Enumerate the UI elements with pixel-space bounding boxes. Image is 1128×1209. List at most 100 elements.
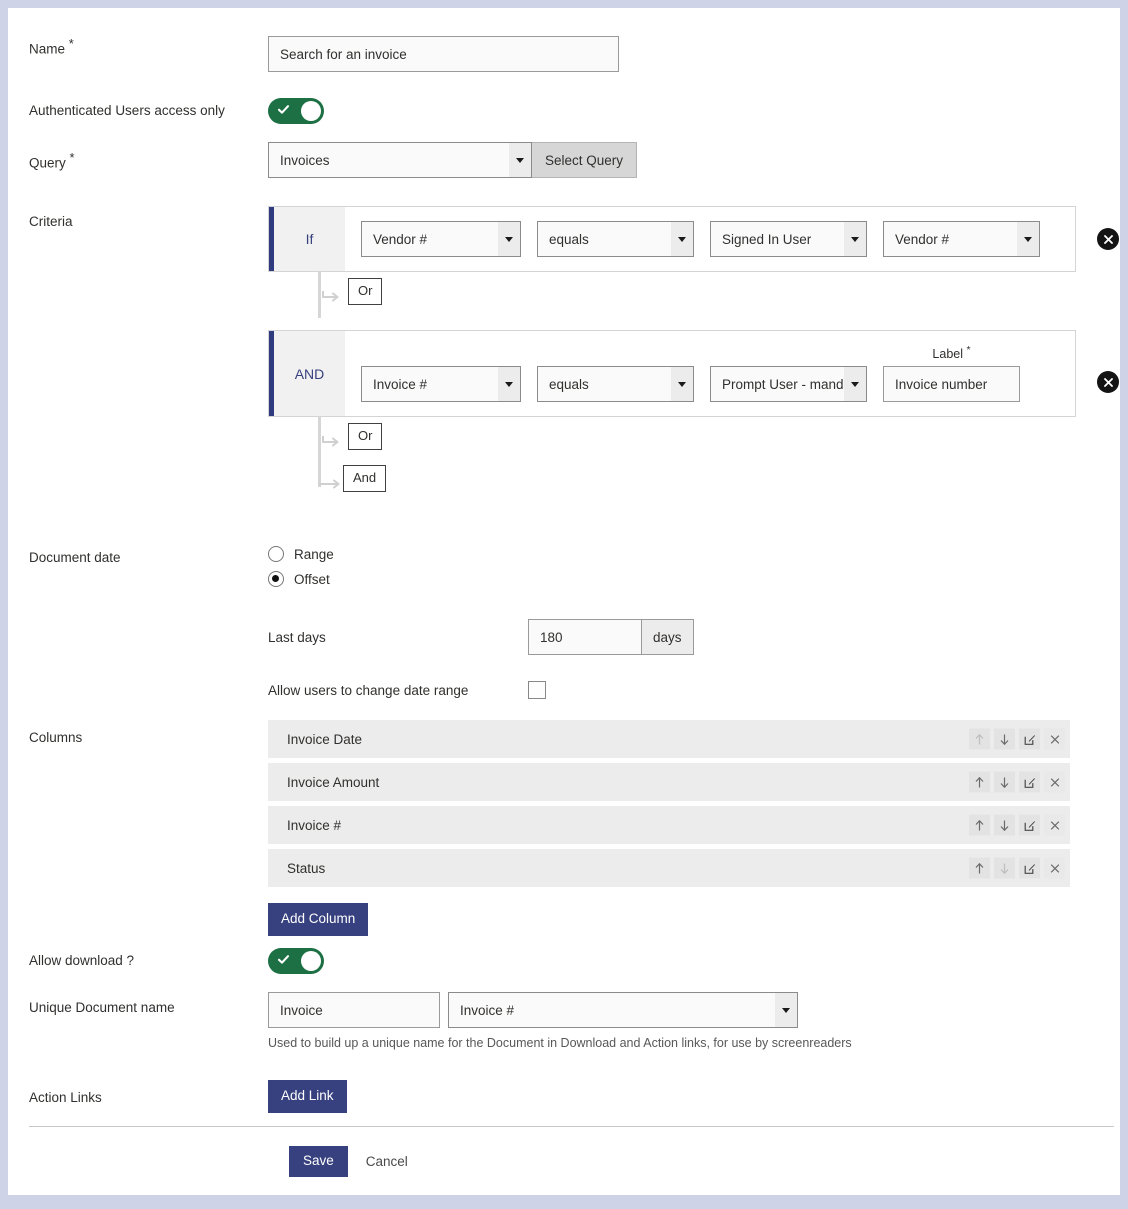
- document-date-option-range[interactable]: Range: [268, 546, 1120, 562]
- unique-document-field-select[interactable]: Invoice #: [448, 992, 798, 1028]
- select-query-button[interactable]: Select Query: [532, 142, 638, 178]
- criteria-field-select-0[interactable]: Vendor #: [361, 221, 521, 257]
- criteria-operator-value-1: equals: [549, 376, 589, 392]
- edit-pencil-icon[interactable]: [1019, 728, 1040, 750]
- add-column-button[interactable]: Add Column: [268, 903, 369, 936]
- criteria-delete-button-0[interactable]: [1097, 228, 1119, 250]
- last-days-unit: days: [641, 619, 694, 655]
- radio-offset[interactable]: [268, 571, 284, 587]
- criteria-connector-and-button[interactable]: And: [343, 465, 387, 493]
- table-row[interactable]: Invoice #: [268, 806, 1070, 844]
- save-button[interactable]: Save: [289, 1146, 348, 1177]
- document-date-option-offset[interactable]: Offset: [268, 571, 1120, 587]
- chevron-down-icon: [844, 367, 866, 402]
- arrow-elbow-icon: [321, 435, 343, 447]
- criteria-connector-2: And: [318, 462, 1078, 507]
- table-row[interactable]: Status: [268, 849, 1070, 887]
- criteria-connector-or-button-1[interactable]: Or: [348, 423, 383, 451]
- chevron-down-icon: [671, 367, 693, 402]
- query-label-text: Query: [29, 155, 66, 171]
- allow-date-change-checkbox[interactable]: [528, 681, 546, 699]
- arrow-down-icon[interactable]: [994, 728, 1015, 750]
- close-circle-icon: [1103, 377, 1113, 387]
- chevron-down-icon: [671, 222, 693, 256]
- arrow-down-icon[interactable]: [994, 771, 1015, 793]
- allow-date-change-row: Allow users to change date range: [268, 681, 1120, 699]
- document-date-label: Document date: [29, 550, 121, 565]
- field-row-query: Query * Invoices Select Query: [8, 142, 1120, 178]
- criteria-value-select-0[interactable]: Vendor #: [883, 221, 1040, 257]
- criteria-connector-or-button-0[interactable]: Or: [348, 278, 383, 306]
- criteria-source-select-0[interactable]: Signed In User: [710, 221, 867, 257]
- chevron-down-icon: [498, 367, 520, 402]
- name-label-text: Name: [29, 41, 66, 57]
- criteria-source-value-0: Signed In User: [722, 231, 812, 247]
- field-row-allow-download: Allow download ?: [8, 948, 1120, 979]
- close-x-icon[interactable]: [1044, 857, 1065, 879]
- columns-label: Columns: [29, 730, 83, 745]
- column-name: Invoice #: [287, 817, 342, 833]
- last-days-row: Last days 180 days: [268, 619, 1120, 655]
- criteria-section: Criteria If Vendor # equals Signed In Us…: [8, 206, 1120, 507]
- check-icon: [277, 953, 290, 966]
- toggle-knob: [301, 951, 321, 971]
- close-x-icon[interactable]: [1044, 814, 1065, 836]
- arrow-up-icon[interactable]: [969, 857, 990, 879]
- criteria-operator-select-0[interactable]: equals: [537, 221, 694, 257]
- field-row-authenticated-users: Authenticated Users access only: [8, 98, 1120, 129]
- arrow-down-icon[interactable]: [994, 857, 1015, 879]
- cancel-button[interactable]: Cancel: [366, 1154, 408, 1169]
- criteria-label-field-label-1: Label *: [883, 345, 1020, 361]
- table-row[interactable]: Invoice Amount: [268, 763, 1070, 801]
- query-label: Query *: [8, 142, 268, 172]
- criteria-source-select-1[interactable]: Prompt User - mandatory: [710, 366, 867, 403]
- criteria-delete-button-1[interactable]: [1097, 371, 1119, 393]
- arrow-right-icon: [318, 477, 340, 489]
- name-input[interactable]: Search for an invoice: [268, 36, 619, 72]
- chevron-down-icon: [498, 222, 520, 256]
- field-row-unique-document-name: Unique Document name Invoice Invoice # U…: [8, 992, 1120, 1050]
- check-icon: [277, 103, 290, 116]
- table-row[interactable]: Invoice Date: [268, 720, 1070, 758]
- authenticated-users-toggle[interactable]: [268, 98, 324, 124]
- radio-offset-label: Offset: [294, 571, 330, 587]
- column-name: Invoice Amount: [287, 774, 380, 790]
- edit-pencil-icon[interactable]: [1019, 771, 1040, 793]
- allow-download-toggle[interactable]: [268, 948, 324, 974]
- unique-document-field-value: Invoice #: [460, 1002, 515, 1018]
- chevron-down-icon: [775, 993, 797, 1027]
- column-actions: [969, 771, 1065, 793]
- allow-download-label: Allow download ?: [29, 953, 135, 968]
- name-required-marker: *: [68, 36, 74, 51]
- column-name: Invoice Date: [287, 731, 363, 747]
- last-days-input[interactable]: 180: [528, 619, 641, 655]
- criteria-operator-select-1[interactable]: equals: [537, 366, 694, 403]
- toggle-knob: [301, 101, 321, 121]
- criteria-connector-0: Or: [318, 271, 1078, 318]
- arrow-up-icon[interactable]: [969, 728, 990, 750]
- criteria-label-input-1[interactable]: Invoice number: [883, 366, 1020, 403]
- edit-pencil-icon[interactable]: [1019, 857, 1040, 879]
- column-actions: [969, 857, 1065, 879]
- criteria-connector-1: Or: [318, 416, 1078, 464]
- criteria-prefix-if: If: [269, 207, 345, 271]
- arrow-down-icon[interactable]: [994, 814, 1015, 836]
- unique-document-prefix-input[interactable]: Invoice: [268, 992, 440, 1028]
- close-x-icon[interactable]: [1044, 771, 1065, 793]
- edit-pencil-icon[interactable]: [1019, 814, 1040, 836]
- criteria-label-required-1: *: [966, 345, 971, 356]
- arrow-up-icon[interactable]: [969, 814, 990, 836]
- close-x-icon[interactable]: [1044, 728, 1065, 750]
- chevron-down-icon: [1017, 222, 1039, 256]
- column-actions: [969, 728, 1065, 750]
- add-link-button[interactable]: Add Link: [268, 1080, 347, 1113]
- arrow-elbow-icon: [321, 290, 343, 302]
- arrow-up-icon[interactable]: [969, 771, 990, 793]
- query-select[interactable]: Invoices: [268, 142, 532, 178]
- criteria-field-select-1[interactable]: Invoice #: [361, 366, 521, 403]
- criteria-value-0: Vendor #: [895, 231, 950, 247]
- close-circle-icon: [1103, 234, 1113, 244]
- radio-range[interactable]: [268, 546, 284, 562]
- criteria-row-and: AND Invoice # equals Prompt User - manda…: [268, 330, 1119, 418]
- chevron-down-icon: [509, 143, 531, 177]
